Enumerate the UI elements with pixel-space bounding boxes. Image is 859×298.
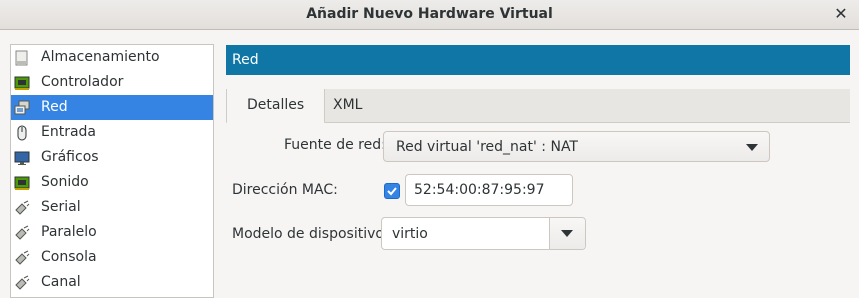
tab-bar: Detalles XML [226, 89, 850, 124]
network-source-dropdown[interactable]: Red virtual 'red_nat' : NAT [383, 131, 770, 162]
mac-address-label: Dirección MAC: [232, 182, 338, 198]
section-header: Red [226, 45, 850, 75]
details-panel: Fuente de red: Red virtual 'red_nat' : N… [226, 123, 850, 298]
network-icon [14, 100, 30, 116]
sidebar-item-red[interactable]: Red [11, 95, 213, 120]
sidebar-item-almacenamiento[interactable]: Almacenamiento [11, 45, 213, 70]
tab-xml[interactable]: XML [313, 89, 382, 122]
device-model-combo [381, 217, 586, 250]
sidebar-item-serial[interactable]: Serial [11, 195, 213, 220]
sidebar-item-label: Sonido [41, 174, 89, 190]
device-model-label: Modelo de dispositivo: [232, 226, 389, 242]
disk-icon [14, 50, 30, 66]
plug-icon [14, 275, 30, 291]
hardware-type-list: Almacenamiento Controlador Red Entrada G… [10, 44, 214, 298]
sidebar-item-consola[interactable]: Consola [11, 245, 213, 270]
chevron-down-icon [746, 144, 758, 151]
tab-detalles[interactable]: Detalles [226, 89, 326, 124]
plug-icon [14, 225, 30, 241]
network-source-label: Fuente de red: [284, 137, 386, 153]
mac-address-checkbox[interactable] [384, 183, 400, 199]
sidebar-item-sonido[interactable]: Sonido [11, 170, 213, 195]
sidebar-item-label: Red [41, 99, 68, 115]
sidebar-item-canal[interactable]: Canal [11, 270, 213, 295]
network-source-value: Red virtual 'red_nat' : NAT [396, 139, 578, 155]
device-model-dropdown-button[interactable] [550, 218, 585, 249]
close-icon[interactable]: ✕ [831, 4, 851, 24]
chip-icon [14, 175, 30, 191]
sidebar-item-graficos[interactable]: Gráficos [11, 145, 213, 170]
sidebar-item-label: Entrada [41, 124, 97, 140]
mouse-icon [14, 125, 30, 141]
window-title: Añadir Nuevo Hardware Virtual [306, 6, 553, 22]
sidebar-item-label: Consola [41, 249, 97, 265]
sidebar-item-controlador[interactable]: Controlador [11, 70, 213, 95]
sidebar-item-label: Canal [41, 274, 81, 290]
sidebar-item-label: Gráficos [41, 149, 99, 165]
sidebar-item-label: Serial [41, 199, 81, 215]
sidebar-item-label: Controlador [41, 74, 124, 90]
check-icon [387, 187, 397, 196]
chevron-down-icon [561, 230, 573, 237]
title-bar: Añadir Nuevo Hardware Virtual ✕ [0, 0, 859, 30]
chip-icon [14, 75, 30, 91]
sidebar-item-label: Paralelo [41, 224, 97, 240]
sidebar-item-paralelo[interactable]: Paralelo [11, 220, 213, 245]
device-model-input[interactable] [382, 218, 550, 249]
sidebar-item-entrada[interactable]: Entrada [11, 120, 213, 145]
sidebar-item-label: Almacenamiento [41, 49, 160, 65]
mac-address-input[interactable] [405, 174, 573, 206]
plug-icon [14, 250, 30, 266]
plug-icon [14, 200, 30, 216]
monitor-icon [14, 150, 30, 166]
